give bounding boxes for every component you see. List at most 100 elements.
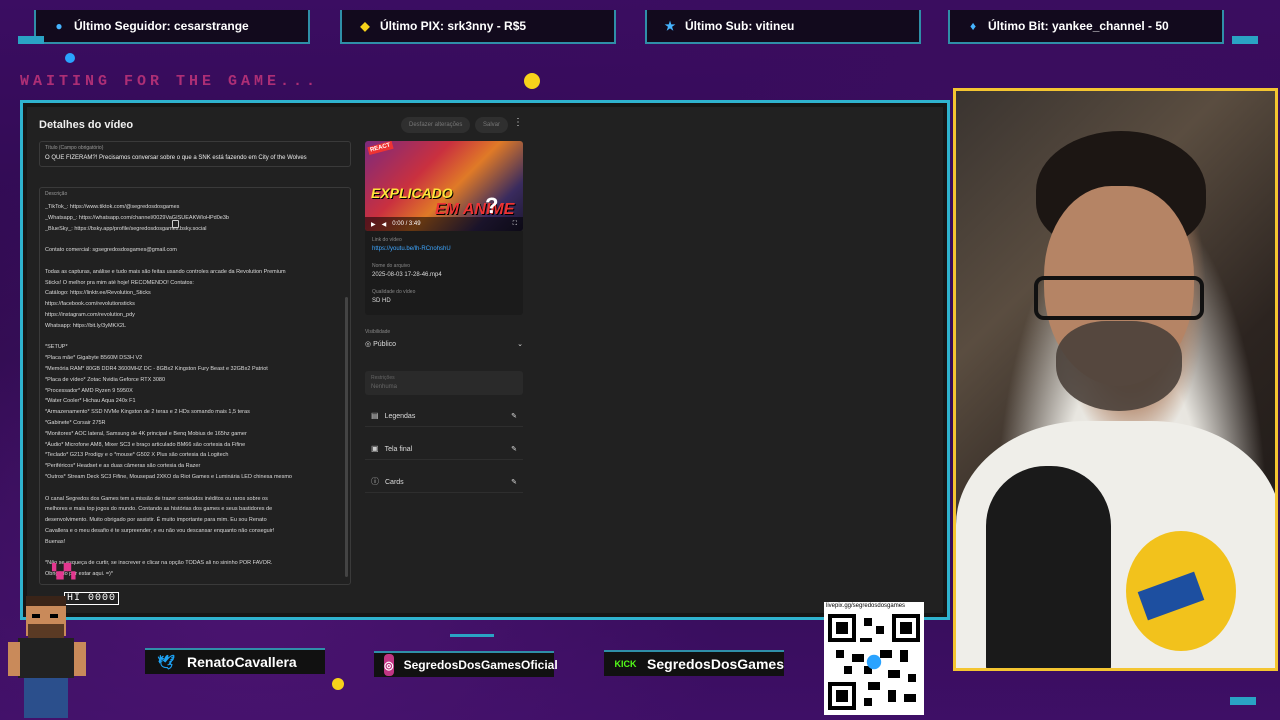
- description-scrollbar[interactable]: [345, 297, 348, 577]
- description-line: *Memória RAM* 80GB DDR4 3600MHZ DC - 8GB…: [45, 365, 268, 372]
- visibility-value: Público: [373, 341, 397, 348]
- corner-decoration: [18, 36, 44, 44]
- title-field[interactable]: Título (Campo obrigatório) O QUE FIZERAM…: [39, 141, 351, 167]
- description-line: *Water Cooler* Hichau Aqua 240x F1: [45, 398, 136, 405]
- save-button[interactable]: Salvar: [475, 117, 509, 133]
- volume-icon[interactable]: ◀: [382, 221, 387, 228]
- description-line: *Processador* AMD Ryzen 9 5950X: [45, 387, 133, 394]
- edit-icon[interactable]: ✎: [511, 412, 517, 420]
- edit-icon[interactable]: ✎: [511, 478, 517, 486]
- restrictions-field: Restrições Nenhuma: [365, 371, 523, 395]
- instagram-icon: ◎: [384, 654, 394, 676]
- video-thumbnail[interactable]: REACT EXPLICADO EM ANIME ? ▶ ◀ 0:00 / 3:…: [365, 141, 523, 231]
- studio-frame: Detalhes do vídeo Desfazer alterações Sa…: [20, 100, 950, 620]
- corner-decoration: [1232, 36, 1258, 44]
- video-details-panel: Detalhes do vídeo Desfazer alterações Sa…: [27, 107, 943, 613]
- description-line: Todas as capturas, análise e tudo mais s…: [45, 268, 286, 275]
- description-line: [45, 234, 342, 245]
- description-line: https://instagram.com/revolution_pdy: [45, 311, 135, 318]
- cam-microphone: [986, 466, 1111, 668]
- description-field[interactable]: Descrição _TikTok_: https://www.tiktok.c…: [39, 187, 351, 585]
- description-line: _TikTok_: https://www.tiktok.com/@segred…: [45, 204, 180, 210]
- last-follower-pill: ● Último Seguidor: cesarstrange: [34, 10, 310, 44]
- webcam-feed: [953, 88, 1278, 671]
- waiting-text: WAITING FOR THE GAME...: [20, 73, 320, 90]
- top-bar: ● Último Seguidor: cesarstrange ◆ Último…: [0, 0, 1280, 52]
- last-bit-text: Último Bit: yankee_channel - 50: [988, 19, 1169, 33]
- instagram-handle: ◎ SegredosDosGamesOficial: [374, 651, 558, 677]
- cam-glasses: [1034, 276, 1204, 320]
- description-line: O canal Segredos dos Games tem a missão …: [45, 495, 268, 502]
- thumb-react-badge: REACT: [367, 141, 394, 156]
- last-sub-text: Último Sub: vitineu: [685, 19, 795, 33]
- thumb-text: EXPLICADO: [371, 185, 453, 201]
- description-line: Whatsapp: https://bit.ly/3yMKX2L: [45, 322, 127, 329]
- kick-handle: KICK SegredosDosGames: [604, 650, 784, 676]
- twitter-text: RenatoCavallera: [187, 654, 297, 670]
- undo-button[interactable]: Desfazer alterações: [401, 117, 471, 133]
- description-line: _Whatsapp_: https://whatsapp.com/channel…: [45, 214, 229, 221]
- description-line: _BlueSky_: https://bsky.app/profile/segr…: [45, 225, 207, 232]
- description-line: *Periféricos* Headset e as duas câmeras …: [45, 463, 201, 470]
- qr-code: livepix.gg/segredosdosgames: [824, 602, 924, 715]
- link-label: Link do vídeo: [372, 237, 402, 243]
- subtitles-icon: ▤: [371, 411, 379, 420]
- description-line: https://facebook.com/revolutionsticks: [45, 301, 135, 308]
- filename-label: Nome do arquivo: [372, 263, 411, 269]
- copy-icon[interactable]: [172, 220, 179, 228]
- fullscreen-icon[interactable]: ⛶: [513, 221, 517, 228]
- option-label: Legendas: [384, 413, 416, 420]
- title-label: Título (Campo obrigatório): [45, 145, 104, 151]
- filename-value: 2025-08-03 17-28-46.mp4: [372, 272, 442, 278]
- option-subtitles[interactable]: ▤ Legendas ✎: [365, 405, 523, 427]
- description-line: [45, 332, 342, 343]
- description-label: Descrição: [45, 191, 68, 197]
- description-line: *Áudio* Microfone AM8, Mixer SC3 e braço…: [45, 441, 246, 448]
- quality-label: Qualidade do vídeo: [372, 289, 416, 295]
- diamond-icon: ♦: [969, 19, 977, 33]
- description-line: *Não se esqueça de curtir, se inscrever …: [45, 560, 273, 567]
- video-link[interactable]: https://youtu.be/lh-RCnohshU: [372, 246, 451, 252]
- decor-dot: [332, 678, 344, 690]
- last-follower-text: Último Seguidor: cesarstrange: [74, 19, 249, 33]
- more-options-icon[interactable]: ⋮: [513, 117, 523, 128]
- qr-code-icon: [828, 614, 920, 710]
- option-cards[interactable]: ⓘ Cards ✎: [365, 471, 523, 493]
- description-line: Cavallera e o meu desafio é te surpreend…: [45, 527, 275, 534]
- corner-decoration: [1230, 697, 1256, 705]
- qr-caption: livepix.gg/segredosdosgames: [826, 603, 906, 609]
- description-line: [45, 483, 342, 494]
- restrictions-value: Nenhuma: [371, 384, 398, 390]
- decor-dot: [65, 53, 75, 63]
- description-line: Obrigado por estar aqui. =)*: [45, 571, 114, 578]
- end-screen-icon: ▣: [371, 444, 379, 453]
- last-sub-pill: ★ Último Sub: vitineu: [645, 10, 921, 44]
- last-pix-text: Último PIX: srk3nny - R$5: [380, 19, 527, 33]
- twitter-icon: 🕊: [157, 653, 175, 670]
- last-pix-pill: ◆ Último PIX: srk3nny - R$5: [340, 10, 616, 44]
- panel-title: Detalhes do vídeo: [39, 119, 134, 131]
- cam-beard: [1056, 321, 1182, 411]
- player-controls: ▶ ◀ 0:00 / 3:49 ⛶: [365, 217, 523, 231]
- chevron-down-icon[interactable]: ⌄: [517, 340, 523, 348]
- corner-decoration: [450, 634, 494, 637]
- edit-icon[interactable]: ✎: [511, 445, 517, 453]
- description-line: desenvolvimento. Muito obrigado por assi…: [45, 517, 267, 524]
- video-info: Link do vídeo https://youtu.be/lh-RCnohs…: [365, 231, 523, 315]
- thumb-question: ?: [485, 193, 499, 218]
- space-invader-icon: ▚▞▚: [52, 565, 75, 581]
- decor-dot: [524, 73, 540, 89]
- play-icon[interactable]: ▶: [371, 221, 376, 228]
- description-line: *Placa mãe* Gigabyte B560M DS3H V2: [45, 355, 143, 362]
- description-text: _TikTok_: https://www.tiktok.com/@segred…: [45, 202, 342, 580]
- description-line: *Outros* Stream Deck SC3 Fifine, Mousepa…: [45, 473, 292, 480]
- title-value: O QUE FIZERAM?! Precisamos conversar sob…: [45, 155, 307, 161]
- description-line: Buenas!: [45, 538, 66, 545]
- option-end-screen[interactable]: ▣ Tela final ✎: [365, 438, 523, 460]
- restrictions-label: Restrições: [371, 375, 395, 381]
- quality-value: SD HD: [372, 298, 391, 304]
- twitter-handle: 🕊 RenatoCavallera: [145, 648, 325, 674]
- description-line: *SETUP*: [45, 344, 68, 351]
- visibility-section[interactable]: Visibilidade ◎ Público ⌄: [365, 329, 523, 348]
- option-label: Cards: [385, 479, 404, 486]
